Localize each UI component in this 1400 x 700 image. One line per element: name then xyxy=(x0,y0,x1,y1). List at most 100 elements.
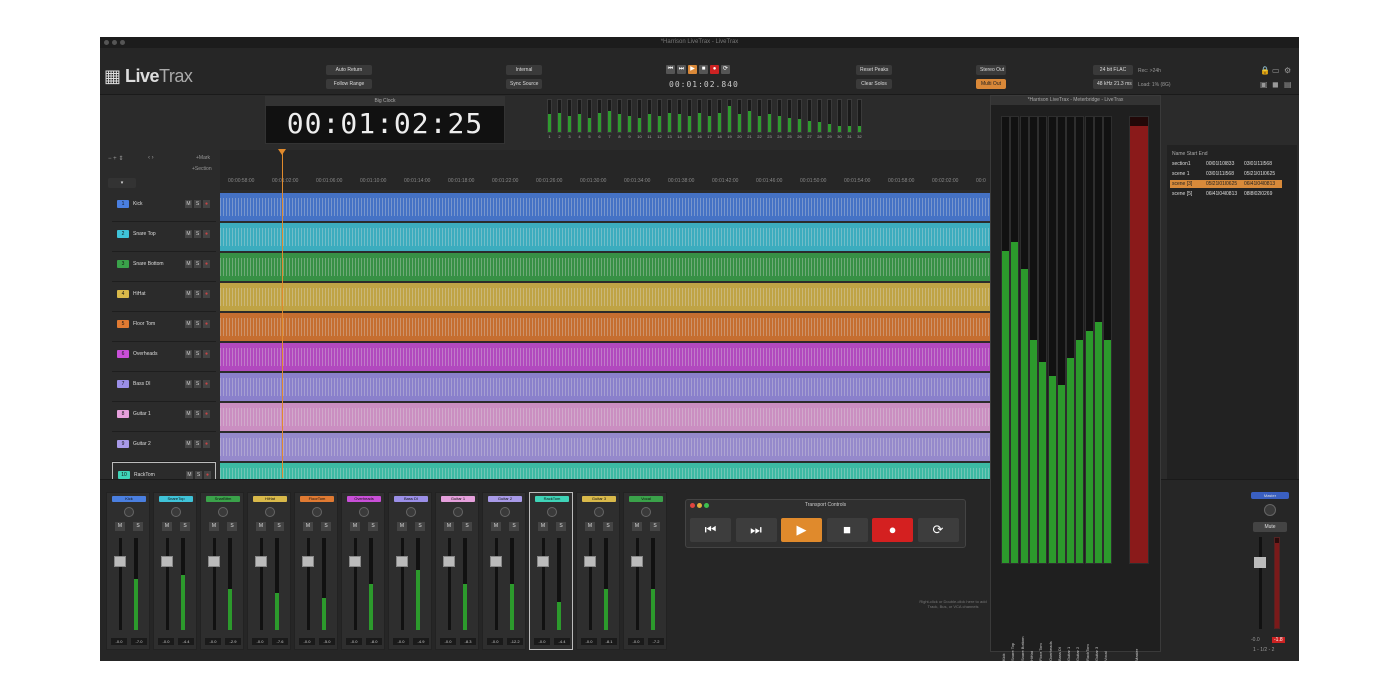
window-icon[interactable]: ◼ xyxy=(1272,80,1279,89)
track-region[interactable] xyxy=(220,433,990,461)
track-header[interactable]: 8 Guitar 1 M S ● xyxy=(112,402,216,432)
playhead[interactable] xyxy=(282,150,283,478)
track-record-button[interactable]: ● xyxy=(203,230,210,238)
fader-track[interactable] xyxy=(542,538,545,630)
transport-zoom-dot[interactable] xyxy=(704,503,709,508)
strip-solo-button[interactable]: S xyxy=(274,522,284,531)
track-region[interactable] xyxy=(220,343,990,371)
transport-min-dot[interactable] xyxy=(697,503,702,508)
location-row[interactable]: scene [3] 05l21l01l0625 06l41l04l0813 xyxy=(1170,180,1282,188)
strip-mute-button[interactable]: M xyxy=(209,522,219,531)
folder-icon[interactable]: ▭ xyxy=(1272,66,1280,75)
fader-cap[interactable] xyxy=(631,556,643,567)
fader-track[interactable] xyxy=(401,538,404,630)
track-solo-button[interactable]: S xyxy=(194,200,201,208)
track-name[interactable]: Snare Bottom xyxy=(133,260,164,268)
track-mute-button[interactable]: M xyxy=(185,260,192,268)
follow-range-toggle[interactable]: Follow Range xyxy=(326,79,372,89)
strip-name[interactable]: Guitar 1 xyxy=(441,496,475,502)
pan-knob[interactable] xyxy=(265,507,275,517)
track-region[interactable] xyxy=(220,373,990,401)
top-stop-button[interactable]: ■ xyxy=(699,65,708,74)
add-section-button[interactable]: +Section xyxy=(192,166,212,172)
multi-out-button[interactable]: Multi Out xyxy=(976,79,1006,89)
track-record-button[interactable]: ● xyxy=(203,440,210,448)
strip-solo-button[interactable]: S xyxy=(556,522,566,531)
strip-solo-button[interactable]: S xyxy=(180,522,190,531)
fader-cap[interactable] xyxy=(490,556,502,567)
fader-track[interactable] xyxy=(589,538,592,630)
reset-peaks-button[interactable]: Reset Peaks xyxy=(856,65,892,75)
pan-knob[interactable] xyxy=(500,507,510,517)
pan-knob[interactable] xyxy=(218,507,228,517)
pan-knob[interactable] xyxy=(359,507,369,517)
track-name[interactable]: Overheads xyxy=(133,350,157,358)
track-name[interactable]: Snare Top xyxy=(133,230,156,238)
track-region[interactable] xyxy=(220,403,990,431)
track-solo-button[interactable]: S xyxy=(194,380,201,388)
fader-cap[interactable] xyxy=(349,556,361,567)
rewind-to-start-button[interactable]: ⏮ xyxy=(690,518,731,542)
pan-knob[interactable] xyxy=(171,507,181,517)
track-solo-button[interactable]: S xyxy=(194,410,201,418)
top-rewind-button[interactable]: ⏮ xyxy=(666,65,675,74)
location-row[interactable]: scene [5] 06l41l04l0813 08l8l02l0269 xyxy=(1170,190,1282,198)
track-header[interactable]: 5 Floor Tom M S ● xyxy=(112,312,216,342)
track-record-button[interactable]: ● xyxy=(203,410,210,418)
track-solo-button[interactable]: S xyxy=(195,471,202,479)
track-region[interactable] xyxy=(220,313,990,341)
track-mute-button[interactable]: M xyxy=(185,350,192,358)
track-mute-button[interactable]: M xyxy=(185,200,192,208)
strip-mute-button[interactable]: M xyxy=(397,522,407,531)
pan-knob[interactable] xyxy=(124,507,134,517)
sample-rate-selector[interactable]: 48 kHz 21.3 ms xyxy=(1093,79,1133,89)
track-name[interactable]: Kick xyxy=(133,200,142,208)
track-solo-button[interactable]: S xyxy=(194,290,201,298)
auto-return-toggle[interactable]: Auto Return xyxy=(326,65,372,75)
fader-cap[interactable] xyxy=(443,556,455,567)
track-solo-button[interactable]: S xyxy=(194,230,201,238)
fader-cap[interactable] xyxy=(396,556,408,567)
strip-name[interactable]: SnareTop xyxy=(159,496,193,502)
track-name[interactable]: Bass DI xyxy=(133,380,151,388)
strip-mute-button[interactable]: M xyxy=(585,522,595,531)
track-region[interactable] xyxy=(220,283,990,311)
strip-solo-button[interactable]: S xyxy=(321,522,331,531)
gear-icon[interactable]: ⚙ xyxy=(1284,66,1291,75)
track-record-button[interactable]: ● xyxy=(203,200,210,208)
fader-cap[interactable] xyxy=(161,556,173,567)
track-header[interactable]: 2 Snare Top M S ● xyxy=(112,222,216,252)
track-header[interactable]: 6 Overheads M S ● xyxy=(112,342,216,372)
play-button[interactable]: ▶ xyxy=(781,518,822,542)
location-row[interactable]: scene 1 03l01l11l568 05l21l01l0625 xyxy=(1170,170,1282,178)
pan-knob[interactable] xyxy=(547,507,557,517)
fader-cap[interactable] xyxy=(208,556,220,567)
fader-track[interactable] xyxy=(119,538,122,630)
fader-track[interactable] xyxy=(213,538,216,630)
strip-solo-button[interactable]: S xyxy=(603,522,613,531)
record-button[interactable]: ● xyxy=(872,518,913,542)
internal-sync-button[interactable]: Internal xyxy=(506,65,542,75)
strip-mute-button[interactable]: M xyxy=(632,522,642,531)
track-record-button[interactable]: ● xyxy=(203,260,210,268)
fader-track[interactable] xyxy=(166,538,169,630)
format-selector[interactable]: 24 bit FLAC xyxy=(1093,65,1133,75)
track-header[interactable]: 9 Guitar 2 M S ● xyxy=(112,432,216,462)
track-mute-button[interactable]: M xyxy=(185,320,192,328)
top-play-button[interactable]: ▶ xyxy=(688,65,697,74)
track-mute-button[interactable]: M xyxy=(185,230,192,238)
track-solo-button[interactable]: S xyxy=(194,320,201,328)
fader-track[interactable] xyxy=(495,538,498,630)
strip-name[interactable]: RackTom xyxy=(535,496,569,502)
track-record-button[interactable]: ● xyxy=(203,380,210,388)
top-record-button[interactable]: ● xyxy=(710,65,719,74)
track-record-button[interactable]: ● xyxy=(203,320,210,328)
strip-name[interactable]: Vocal xyxy=(629,496,663,502)
track-mute-button[interactable]: M xyxy=(185,380,192,388)
track-record-button[interactable]: ● xyxy=(203,290,210,298)
add-mark-button[interactable]: +Mark xyxy=(196,155,210,161)
fader-cap[interactable] xyxy=(584,556,596,567)
top-forward-button[interactable]: ⏭ xyxy=(677,65,686,74)
pan-knob[interactable] xyxy=(594,507,604,517)
track-region[interactable] xyxy=(220,193,990,221)
